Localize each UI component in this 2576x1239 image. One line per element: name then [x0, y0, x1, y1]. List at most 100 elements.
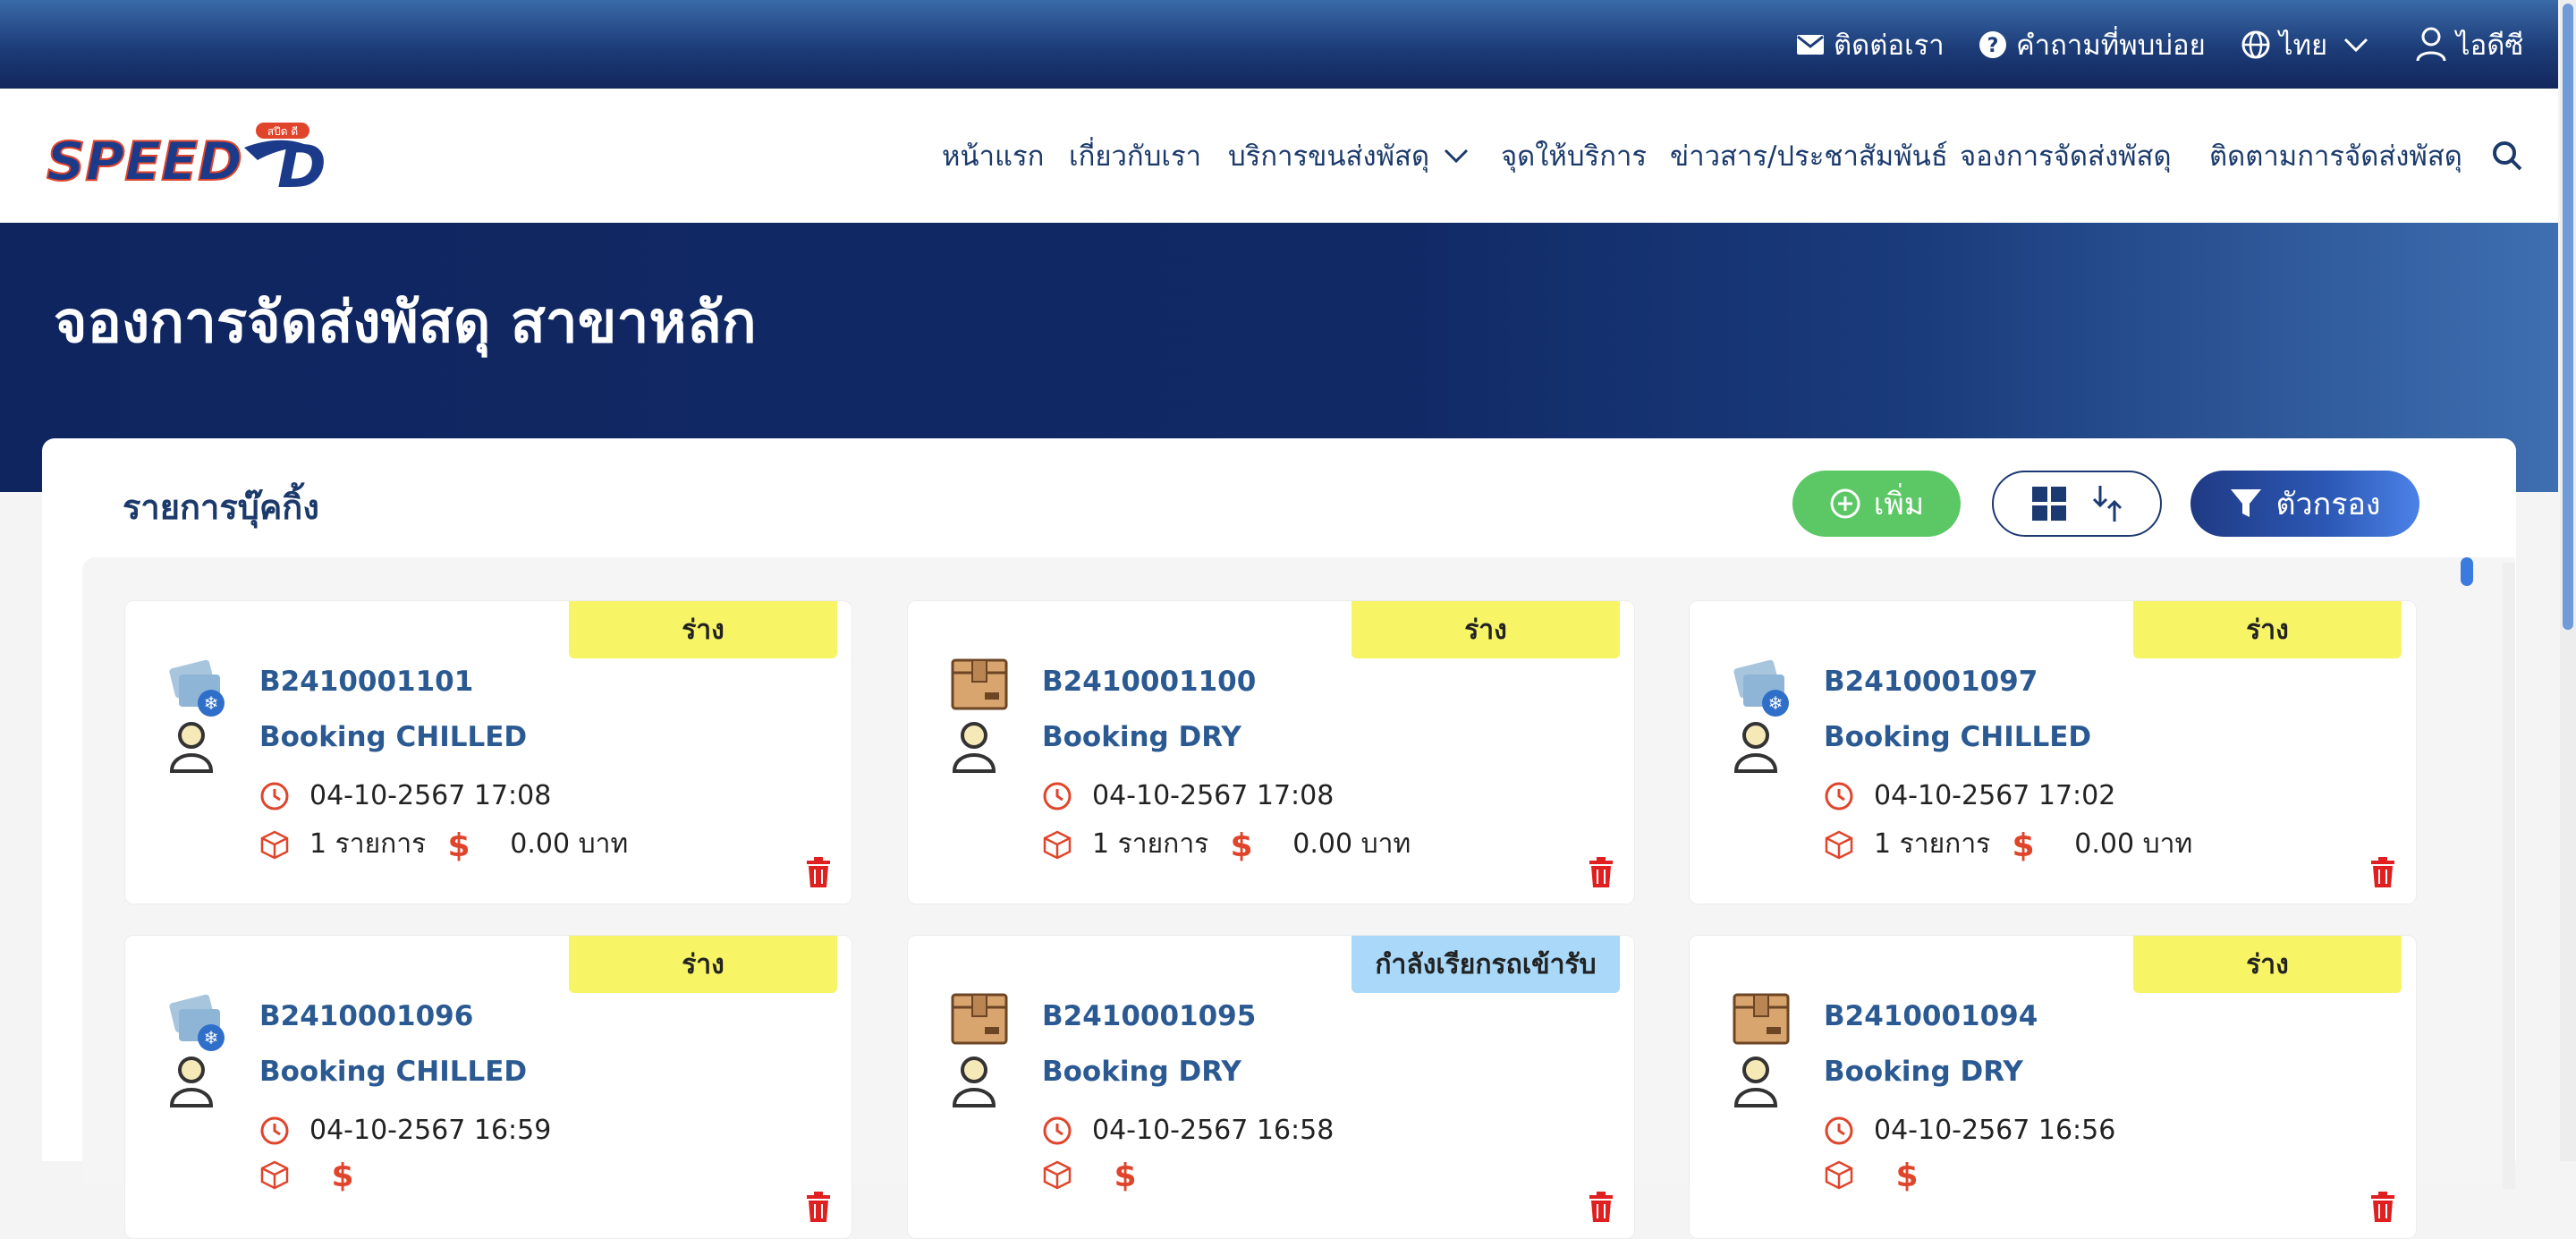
box-icon: [260, 1160, 289, 1190]
add-label: เพิ่ม: [1873, 487, 1925, 522]
dry-box-icon: [945, 657, 1017, 782]
dollar-icon: $: [331, 1158, 353, 1192]
list-scrollbar-track[interactable]: [2503, 563, 2515, 1189]
booking-card[interactable]: กำลังเรียกรถเข้ารับ B2410001095 Booking …: [907, 935, 1635, 1239]
page-scrollbar-thumb[interactable]: [2563, 4, 2573, 630]
svg-text:$: $: [1895, 1158, 1918, 1192]
delete-booking-button[interactable]: [1588, 857, 1614, 891]
svg-text:$: $: [448, 827, 470, 861]
filter-button[interactable]: ตัวกรอง: [2190, 471, 2419, 537]
booking-type: Booking DRY: [1042, 1056, 1241, 1088]
nav-services-label: บริการขนส่งพัสดุ: [1228, 140, 1430, 173]
box-icon: [1825, 1160, 1853, 1190]
mail-icon: [1797, 34, 1824, 55]
main-navbar: SPEED D สปีด ดี หน้าแรก เกี่ยวกับเรา บริ…: [0, 89, 2558, 223]
booking-summary-row: 1 รายการ $0.00 บาท: [1042, 823, 1411, 865]
booking-card[interactable]: ร่าง B2410001100 Booking DRY 04-10-2567 …: [907, 600, 1635, 904]
booking-type: Booking CHILLED: [259, 1056, 528, 1088]
booking-card[interactable]: ร่าง ❄ B2410001101 Booking CHILLED 04-10…: [124, 600, 852, 904]
booking-datetime-row: 04-10-2567 16:56: [1824, 1115, 2115, 1146]
booking-card[interactable]: ร่าง ❄ B2410001097 Booking CHILLED 04-10…: [1689, 600, 2417, 904]
booking-card[interactable]: ร่าง ❄ B2410001096 Booking CHILLED 04-10…: [124, 935, 852, 1239]
dollar-icon: $: [1231, 827, 1253, 861]
box-icon: [1825, 830, 1853, 859]
dollar-icon: $: [448, 827, 470, 861]
booking-amount: 0.00 บาท: [510, 828, 629, 860]
chevron-down-icon: [2344, 38, 2368, 52]
booking-card[interactable]: ร่าง B2410001094 Booking DRY 04-10-2567 …: [1689, 935, 2417, 1239]
status-badge: ร่าง: [569, 601, 837, 658]
view-sort-toggle[interactable]: [1992, 471, 2162, 537]
trash-icon: [1588, 857, 1614, 891]
trash-icon: [2369, 857, 2396, 891]
question-icon: ?: [1979, 30, 2006, 58]
grid-view-icon[interactable]: [2031, 486, 2067, 522]
booking-summary-row: 1 รายการ $0.00 บาท: [259, 823, 628, 865]
logo-small-text: สปีด ดี: [267, 125, 298, 138]
nav-home[interactable]: หน้าแรก: [942, 89, 1044, 223]
booking-type: Booking CHILLED: [259, 721, 528, 753]
list-scrollbar-thumb[interactable]: [2461, 557, 2473, 586]
booking-summary-row: $: [259, 1158, 394, 1192]
delete-booking-button[interactable]: [2369, 857, 2396, 891]
delete-booking-button[interactable]: [805, 1192, 832, 1226]
clock-icon: [1043, 782, 1072, 810]
status-badge: ร่าง: [2133, 601, 2402, 658]
nav-about[interactable]: เกี่ยวกับเรา: [1069, 89, 1201, 223]
booking-datetime: 04-10-2567 16:59: [309, 1115, 552, 1146]
chilled-icon: ❄: [163, 991, 234, 1116]
user-account-link[interactable]: ไอดีซี: [2415, 0, 2523, 89]
nav-service-points[interactable]: จุดให้บริการ: [1501, 89, 1647, 223]
booking-amount: 0.00 บาท: [2074, 828, 2193, 860]
svg-text:D: D: [277, 132, 326, 192]
nav-services[interactable]: บริการขนส่งพัสดุ: [1228, 89, 1469, 223]
booking-items: 1 รายการ: [1092, 828, 1209, 860]
sort-icon[interactable]: [2091, 484, 2123, 523]
booking-summary-row: $: [1042, 1158, 1176, 1192]
delete-booking-button[interactable]: [805, 857, 832, 891]
box-icon: [1043, 830, 1072, 859]
booking-id[interactable]: B2410001096: [259, 1000, 473, 1032]
dollar-icon: $: [1895, 1158, 1918, 1192]
faq-link[interactable]: ? คำถามที่พบบ่อย: [1979, 0, 2206, 89]
booking-datetime: 04-10-2567 17:08: [1092, 780, 1335, 811]
booking-datetime: 04-10-2567 17:08: [309, 780, 552, 811]
filter-icon: [2231, 489, 2262, 517]
booking-datetime-row: 04-10-2567 16:59: [259, 1115, 551, 1146]
search-button[interactable]: [2492, 89, 2522, 223]
booking-type: Booking CHILLED: [1824, 721, 2092, 753]
trash-icon: [2369, 1192, 2396, 1226]
user-icon: [2416, 27, 2446, 61]
booking-id[interactable]: B2410001095: [1042, 1000, 1256, 1032]
delete-booking-button[interactable]: [2369, 1192, 2396, 1226]
nav-booking[interactable]: จองการจัดส่งพัสดุ: [1960, 89, 2172, 223]
search-icon: [2493, 141, 2522, 171]
booking-type: Booking DRY: [1824, 1056, 2023, 1088]
top-utility-bar: ติดต่อเรา ? คำถามที่พบบ่อย ไทย ไอดีซี: [0, 0, 2558, 89]
booking-id[interactable]: B2410001097: [1824, 666, 2038, 698]
status-badge: กำลังเรียกรถเข้ารับ: [1352, 936, 1620, 993]
language-selector[interactable]: ไทย: [2241, 0, 2377, 89]
nav-news[interactable]: ข่าวสาร/ประชาสัมพันธ์: [1670, 89, 1948, 223]
clock-icon: [1043, 1116, 1072, 1144]
add-booking-button[interactable]: เพิ่ม: [1792, 471, 1961, 537]
chilled-icon: ❄: [163, 657, 234, 782]
svg-text:?: ?: [1987, 35, 1999, 57]
page-title: จองการจัดส่งพัสดุ สาขาหลัก: [54, 290, 757, 356]
faq-label: คำถามที่พบบ่อย: [2016, 29, 2206, 62]
svg-text:❄: ❄: [204, 692, 219, 714]
logo-wordmark: SPEED: [47, 131, 242, 192]
dollar-icon: $: [1114, 1158, 1136, 1192]
contact-link[interactable]: ติดต่อเรา: [1796, 0, 1945, 89]
box-icon: [260, 830, 289, 859]
booking-id[interactable]: B2410001094: [1824, 1000, 2038, 1032]
trash-icon: [1588, 1192, 1614, 1226]
dry-box-icon: [1727, 991, 1799, 1116]
box-icon: [1043, 1160, 1072, 1190]
booking-id[interactable]: B2410001100: [1042, 666, 1256, 698]
delete-booking-button[interactable]: [1588, 1192, 1614, 1226]
nav-tracking[interactable]: ติดตามการจัดส่งพัสดุ: [2209, 89, 2462, 223]
speed-d-logo[interactable]: SPEED D สปีด ดี: [43, 121, 329, 201]
booking-id[interactable]: B2410001101: [259, 666, 473, 698]
booking-datetime-row: 04-10-2567 17:08: [259, 780, 551, 811]
